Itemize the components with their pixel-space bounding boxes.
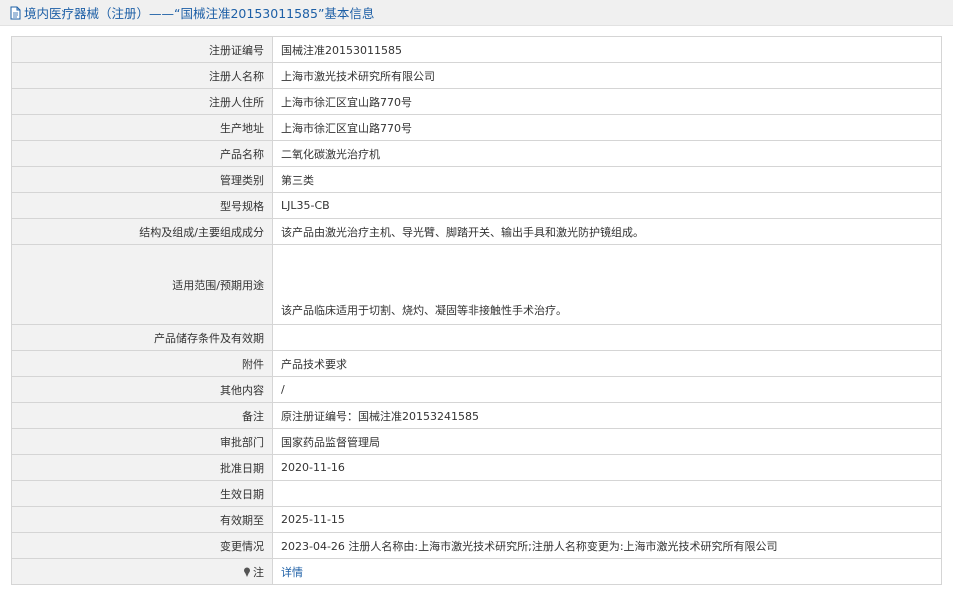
row-value: /	[272, 376, 942, 403]
row-value	[272, 480, 942, 507]
table-row-registrant-address: 注册人住所 上海市徐汇区宜山路770号	[11, 88, 942, 115]
table-row-other-content: 其他内容 /	[11, 376, 942, 403]
document-icon	[10, 6, 21, 19]
table-row-intended-use: 适用范围/预期用途 该产品临床适用于切割、烧灼、凝固等非接触性手术治疗。	[11, 244, 942, 325]
table-row-note: 注 详情	[11, 558, 942, 585]
row-value: 上海市徐汇区宜山路770号	[272, 114, 942, 141]
row-label: 备注	[11, 402, 273, 429]
row-label: 注册人住所	[11, 88, 273, 115]
row-label: 变更情况	[11, 532, 273, 559]
table-row-valid-until: 有效期至 2025-11-15	[11, 506, 942, 533]
row-value: LJL35-CB	[272, 192, 942, 219]
table-row-remarks: 备注 原注册证编号：国械注准20153241585	[11, 402, 942, 429]
row-value: 二氧化碳激光治疗机	[272, 140, 942, 167]
row-label: 生产地址	[11, 114, 273, 141]
row-label: 型号规格	[11, 192, 273, 219]
table-row-production-address: 生产地址 上海市徐汇区宜山路770号	[11, 114, 942, 141]
table-row-registration-number: 注册证编号 国械注准20153011585	[11, 36, 942, 63]
table-row-approval-department: 审批部门 国家药品监督管理局	[11, 428, 942, 455]
row-label: 适用范围/预期用途	[11, 244, 273, 325]
row-label: 结构及组成/主要组成成分	[11, 218, 273, 245]
note-label: 注	[253, 565, 264, 579]
row-label: 其他内容	[11, 376, 273, 403]
row-value: 该产品临床适用于切割、烧灼、凝固等非接触性手术治疗。	[272, 244, 942, 325]
row-label: 有效期至	[11, 506, 273, 533]
pin-icon	[244, 567, 250, 577]
row-label: 管理类别	[11, 166, 273, 193]
table-row-structure: 结构及组成/主要组成成分 该产品由激光治疗主机、导光臂、脚踏开关、输出手具和激光…	[11, 218, 942, 245]
row-label: 生效日期	[11, 480, 273, 507]
row-label: 产品储存条件及有效期	[11, 324, 273, 351]
table-row-change-history: 变更情况 2023-04-26 注册人名称由:上海市激光技术研究所;注册人名称变…	[11, 532, 942, 559]
row-value: 原注册证编号：国械注准20153241585	[272, 402, 942, 429]
row-label: 注册人名称	[11, 62, 273, 89]
table-row-registrant-name: 注册人名称 上海市激光技术研究所有限公司	[11, 62, 942, 89]
details-link[interactable]: 详情	[281, 566, 303, 579]
row-label: 注册证编号	[11, 36, 273, 63]
row-value: 2025-11-15	[272, 506, 942, 533]
row-value: 上海市徐汇区宜山路770号	[272, 88, 942, 115]
table-row-storage-conditions: 产品储存条件及有效期	[11, 324, 942, 351]
table-row-product-name: 产品名称 二氧化碳激光治疗机	[11, 140, 942, 167]
table-row-model-spec: 型号规格 LJL35-CB	[11, 192, 942, 219]
row-label: 注	[11, 558, 273, 585]
row-value: 上海市激光技术研究所有限公司	[272, 62, 942, 89]
row-value: 详情	[272, 558, 942, 585]
row-value: 国家药品监督管理局	[272, 428, 942, 455]
table-row-attachment: 附件 产品技术要求	[11, 350, 942, 377]
row-value: 国械注准20153011585	[272, 36, 942, 63]
row-label: 产品名称	[11, 140, 273, 167]
row-label: 批准日期	[11, 454, 273, 481]
row-value: 2020-11-16	[272, 454, 942, 481]
page-header: 境内医疗器械（注册）——“国械注准20153011585”基本信息	[0, 0, 953, 26]
row-label: 附件	[11, 350, 273, 377]
row-value: 第三类	[272, 166, 942, 193]
table-row-management-class: 管理类别 第三类	[11, 166, 942, 193]
table-row-effective-date: 生效日期	[11, 480, 942, 507]
row-value	[272, 324, 942, 351]
table-row-approval-date: 批准日期 2020-11-16	[11, 454, 942, 481]
row-value: 2023-04-26 注册人名称由:上海市激光技术研究所;注册人名称变更为:上海…	[272, 532, 942, 559]
row-value: 产品技术要求	[272, 350, 942, 377]
page-title: 境内医疗器械（注册）——“国械注准20153011585”基本信息	[24, 6, 375, 21]
row-value: 该产品由激光治疗主机、导光臂、脚踏开关、输出手具和激光防护镜组成。	[272, 218, 942, 245]
row-label: 审批部门	[11, 428, 273, 455]
info-table: 注册证编号 国械注准20153011585 注册人名称 上海市激光技术研究所有限…	[11, 36, 942, 585]
